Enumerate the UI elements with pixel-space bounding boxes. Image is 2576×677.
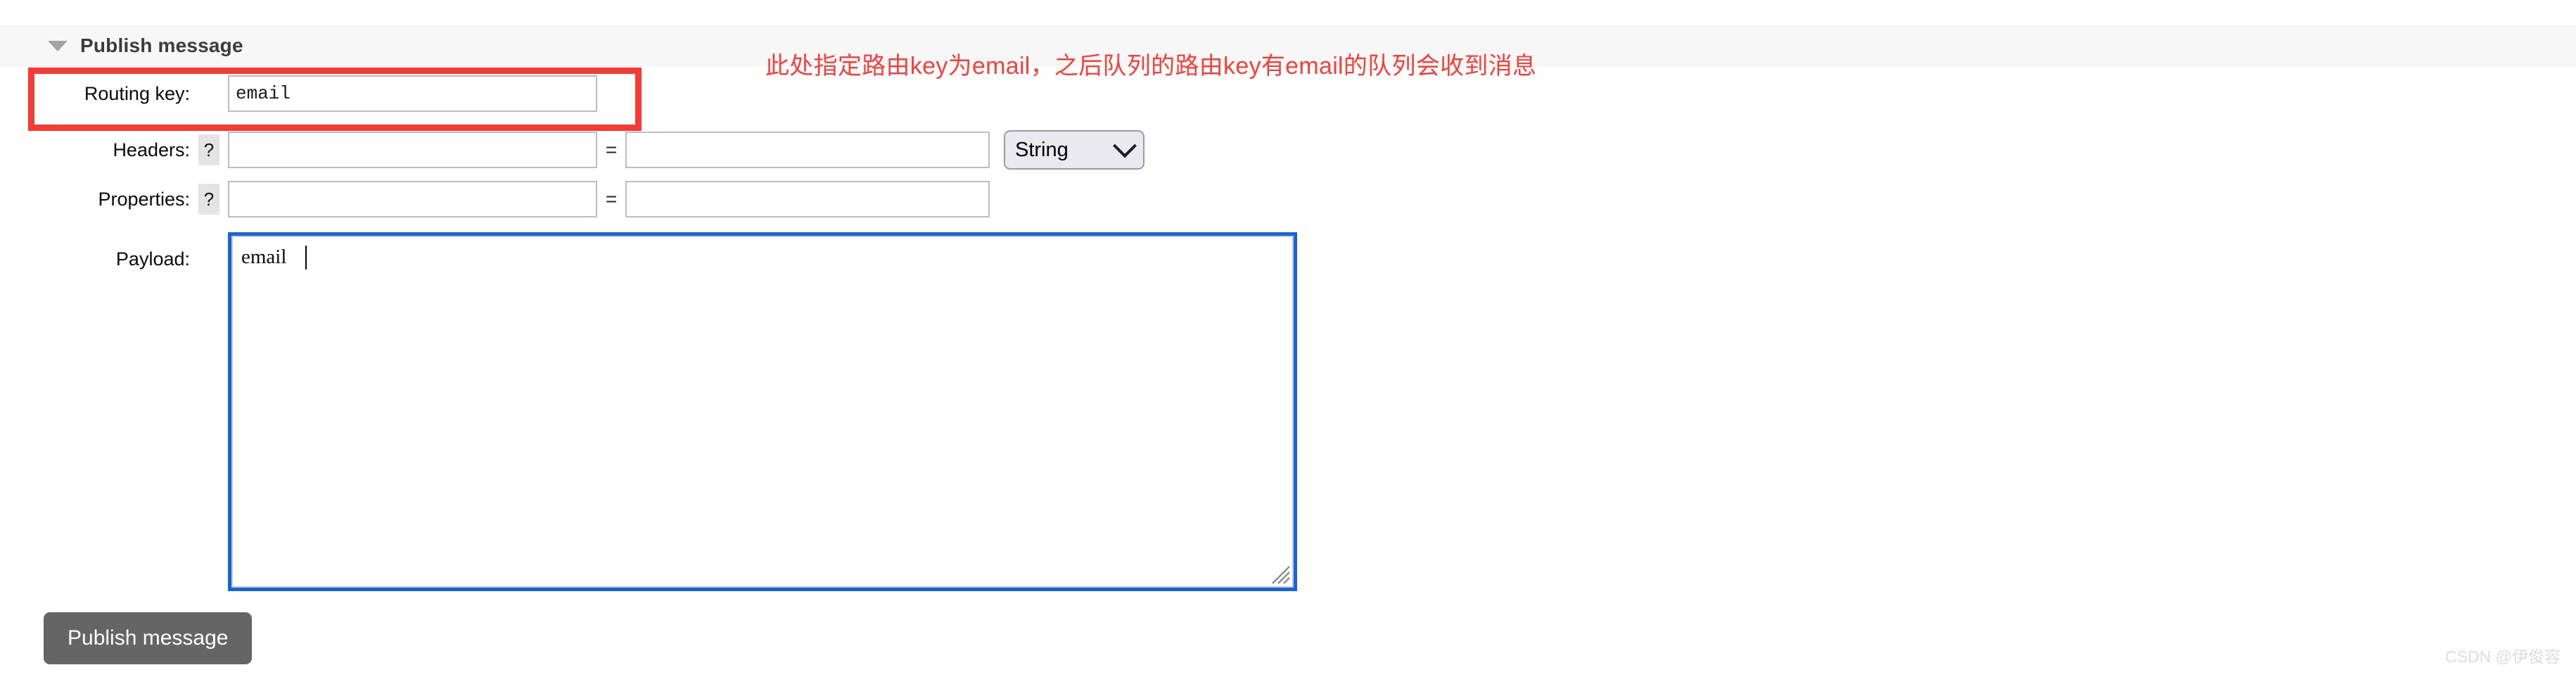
payload-row: Payload: [0,232,1297,591]
headers-type-selected-label: String [1015,138,1069,161]
watermark: CSDN @伊俊容 [2445,647,2561,666]
properties-label: Properties: [98,188,190,210]
headers-label: Headers: [113,139,190,160]
properties-name-input[interactable] [228,181,597,217]
properties-row: Properties: ? = [0,179,990,219]
headers-name-input[interactable] [228,132,597,168]
routing-key-input[interactable] [228,75,597,112]
headers-type-select[interactable]: String [1004,130,1144,170]
properties-equals-sign: = [605,188,618,210]
properties-help-icon[interactable]: ? [198,184,219,215]
routing-key-label: Routing key: [84,82,190,104]
headers-equals-sign: = [605,139,618,160]
headers-row: Headers: ? = String [0,130,1144,170]
routing-key-row: Routing key: [0,74,597,113]
text-caret [305,246,307,270]
headers-value-input[interactable] [625,132,990,168]
caret-down-icon[interactable] [48,40,68,51]
page-title: Publish message [80,34,243,56]
payload-textarea[interactable] [231,236,1294,588]
payload-textarea-wrapper [228,232,1297,591]
properties-value-input[interactable] [625,181,990,217]
headers-help-icon[interactable]: ? [198,134,219,165]
annotation-note: 此处指定路由key为email，之后队列的路由key有email的队列会收到消息 [765,53,1537,80]
publish-message-button[interactable]: Publish message [44,612,253,664]
payload-label: Payload: [115,248,190,270]
chevron-down-icon [1113,134,1137,158]
